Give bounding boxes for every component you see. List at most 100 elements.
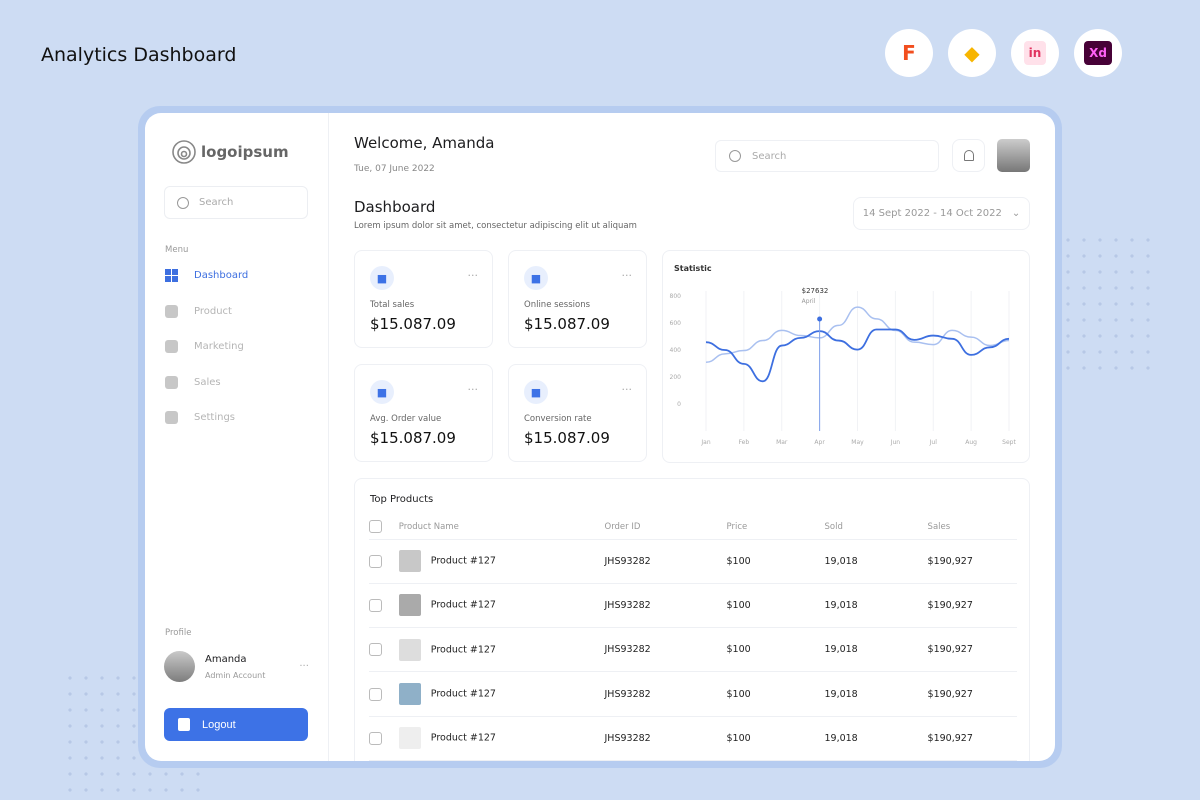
table-row[interactable]: Product #127 JHS93282 $100 19,018 $190,927 — [369, 539, 1017, 584]
row-checkbox[interactable] — [369, 554, 382, 568]
product-name: Product #127 — [430, 644, 496, 656]
sidebar-item-label: Dashboard — [194, 270, 249, 281]
logout-icon — [178, 718, 190, 731]
row-checkbox[interactable] — [369, 598, 382, 612]
search-icon — [729, 150, 741, 162]
stat-card: ■ ··· Conversion rate $15.087.09 — [508, 364, 647, 462]
notification-button[interactable] — [952, 139, 985, 172]
logout-label: Logout — [202, 718, 236, 731]
sidebar-item-settings[interactable]: Settings — [165, 411, 235, 424]
sidebar-search-input[interactable]: Search — [164, 186, 308, 219]
sold: 19,018 — [824, 627, 928, 673]
y-tick-label: 400 — [670, 347, 682, 354]
more-icon[interactable]: ··· — [468, 383, 479, 396]
stat-card: ■ ··· Online sessions $15.087.09 — [508, 250, 647, 348]
bag-icon — [165, 304, 178, 318]
x-tick-label: Aug — [965, 439, 977, 446]
menu-label: Menu — [165, 245, 189, 255]
wallet-icon: ■ — [370, 380, 394, 404]
megaphone-icon — [165, 340, 178, 353]
header-search-input[interactable]: Search — [715, 140, 939, 172]
profile-label: Profile — [165, 628, 192, 638]
sales: $190,927 — [927, 671, 1017, 717]
sidebar-item-sales[interactable]: Sales — [165, 375, 221, 389]
basket-icon: ■ — [370, 266, 394, 290]
table-row[interactable]: Product #127 JHS93282 $100 19,018 $190,927 — [369, 583, 1017, 629]
sidebar-item-marketing[interactable]: Marketing — [165, 340, 244, 353]
logo-icon — [172, 140, 196, 164]
stat-label: Total sales — [370, 300, 415, 310]
sidebar-item-product[interactable]: Product — [165, 304, 232, 318]
column-header: Price — [726, 515, 825, 540]
sidebar-item-label: Product — [194, 305, 232, 317]
chart-svg: Statistic Jan Feb Mar Apr May Jun Jul Aug Sept 0 20… — [670, 264, 1017, 446]
profile[interactable]: Amanda Admin Account ··· — [164, 651, 309, 682]
sales: $190,927 — [927, 539, 1017, 584]
product-thumbnail — [398, 727, 421, 750]
logo-text: logoipsum — [201, 143, 289, 161]
stat-card: ■ ··· Total sales $15.087.09 — [354, 250, 493, 348]
share-icon: ■ — [524, 266, 548, 290]
x-tick-label: Jan — [700, 439, 710, 446]
x-tick-label: May — [851, 439, 864, 446]
sidebar-item-label: Settings — [194, 412, 236, 423]
stat-label: Avg. Order value — [370, 414, 442, 424]
price: $100 — [726, 671, 825, 717]
y-tick-label: 600 — [670, 320, 682, 327]
date-range-picker[interactable]: 14 Sept 2022 - 14 Oct 2022 ⌄ — [853, 197, 1030, 230]
bell-icon — [963, 150, 974, 161]
x-tick-label: Jul — [929, 439, 938, 446]
search-icon — [177, 196, 189, 209]
top-products-table: Top Products Product Name Order ID Price So… — [354, 478, 1030, 761]
stat-value: $15.087.09 — [524, 315, 610, 333]
stat-label: Conversion rate — [524, 414, 592, 424]
tooltip-value: $27632 — [802, 287, 829, 295]
user-role: Admin Account — [205, 670, 266, 680]
x-tick-label: Sept — [1002, 439, 1016, 446]
price: $100 — [726, 627, 825, 673]
date-range-text: 14 Sept 2022 - 14 Oct 2022 — [862, 208, 1002, 219]
user-avatar[interactable] — [997, 139, 1030, 172]
price: $100 — [726, 539, 825, 584]
more-icon[interactable]: ··· — [622, 383, 633, 396]
sales: $190,927 — [927, 583, 1017, 629]
column-header: Sold — [824, 515, 928, 540]
sold: 19,018 — [824, 716, 928, 761]
table-row[interactable]: Product #127 JHS93282 $100 19,018 $190,927 — [369, 627, 1017, 673]
more-icon[interactable]: ··· — [468, 269, 479, 282]
table-row[interactable]: Product #127 JHS93282 $100 19,018 $190,927 — [369, 671, 1017, 717]
more-icon[interactable]: ··· — [299, 661, 309, 672]
stat-value: $15.087.09 — [524, 429, 610, 447]
sales: $190,927 — [927, 716, 1017, 761]
logo: logoipsum — [171, 139, 289, 165]
current-date: Tue, 07 June 2022 — [354, 164, 435, 174]
sales: $190,927 — [927, 627, 1017, 673]
column-header: Product Name — [398, 515, 605, 540]
checkbox[interactable] — [369, 520, 382, 534]
product-thumbnail — [398, 594, 421, 617]
table-row[interactable]: Product #127 JHS93282 $100 19,018 $190,927 — [369, 716, 1017, 761]
order-id: JHS93282 — [604, 539, 727, 584]
more-icon[interactable]: ··· — [622, 269, 633, 282]
order-id: JHS93282 — [604, 627, 727, 673]
gear-icon — [165, 411, 178, 424]
x-tick-label: Jun — [890, 439, 901, 446]
row-checkbox[interactable] — [369, 687, 382, 701]
chart-title: Statistic — [674, 264, 712, 273]
y-tick-label: 0 — [677, 401, 681, 408]
page-title: Analytics Dashboard — [41, 44, 237, 66]
row-checkbox[interactable] — [369, 643, 382, 657]
dashboard-subtitle: Lorem ipsum dolor sit amet, consectetur … — [354, 221, 637, 231]
sidebar: logoipsum Search Menu Dashboard Product Ma… — [145, 113, 329, 761]
row-checkbox[interactable] — [369, 731, 382, 745]
logout-button[interactable]: Logout — [164, 708, 308, 741]
figma-icon: F — [885, 29, 933, 77]
table-title: Top Products — [370, 494, 434, 505]
select-all[interactable] — [369, 515, 399, 540]
avatar — [164, 651, 195, 682]
stat-card: ■ ··· Avg. Order value $15.087.09 — [354, 364, 493, 462]
main: Welcome, Amanda Tue, 07 June 2022 Search… — [329, 113, 1055, 761]
product-thumbnail — [398, 550, 421, 573]
sidebar-item-dashboard[interactable]: Dashboard — [165, 269, 248, 282]
order-id: JHS93282 — [604, 671, 727, 717]
